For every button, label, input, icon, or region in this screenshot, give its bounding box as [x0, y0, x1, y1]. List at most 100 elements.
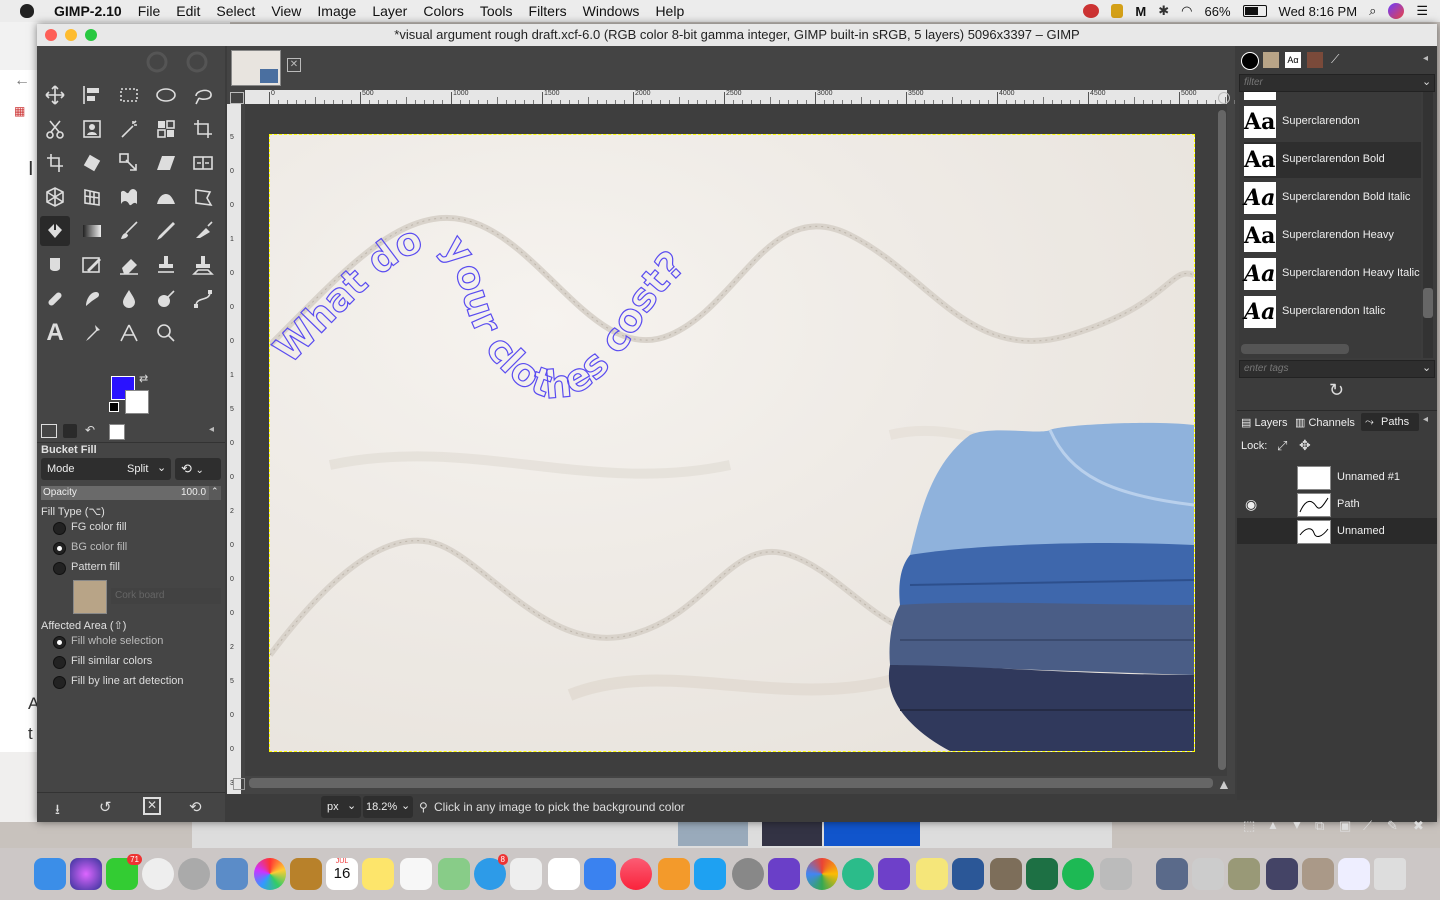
- tool-options-tab-icon[interactable]: [41, 424, 57, 438]
- close-window-button[interactable]: [45, 29, 57, 41]
- gimp-icon[interactable]: [990, 858, 1022, 890]
- menu-edit[interactable]: Edit: [168, 3, 208, 19]
- move-tool-icon[interactable]: [40, 80, 70, 110]
- keynote-icon[interactable]: [584, 858, 616, 890]
- safari-icon[interactable]: [142, 858, 174, 890]
- fill-line-art-label[interactable]: Fill by line art detection: [71, 675, 184, 687]
- unified-transform-tool-icon[interactable]: [40, 148, 70, 178]
- path-row-selected[interactable]: Unnamed: [1237, 518, 1437, 544]
- menu-layer[interactable]: Layer: [364, 3, 415, 19]
- airbrush-tool-icon[interactable]: [188, 216, 218, 246]
- font-list-item-selected[interactable]: Aa Superclarendon Bold: [1244, 142, 1421, 178]
- zoom-dropdown[interactable]: 18.2% ⌄: [363, 796, 413, 818]
- font-list-item[interactable]: [1244, 92, 1421, 102]
- messages-icon[interactable]: 8: [474, 854, 508, 890]
- itunes-icon[interactable]: [620, 858, 652, 890]
- warp-transform-tool-icon[interactable]: [114, 182, 144, 212]
- select-by-color-tool-icon[interactable]: [151, 114, 181, 144]
- atom-icon[interactable]: [842, 858, 874, 890]
- blur-sharpen-tool-icon[interactable]: [114, 284, 144, 314]
- document-history-tab-icon[interactable]: [1307, 52, 1323, 68]
- vertical-ruler[interactable]: 50010001500200025003: [227, 104, 241, 794]
- quick-mask-icon[interactable]: [230, 92, 244, 104]
- malwarebytes-icon[interactable]: M: [1135, 4, 1146, 19]
- menu-tools[interactable]: Tools: [472, 3, 521, 19]
- flip-tool-icon[interactable]: [188, 148, 218, 178]
- notification-center-icon[interactable]: ☰: [1416, 3, 1428, 19]
- menu-select[interactable]: Select: [208, 3, 263, 19]
- creative-cloud-icon[interactable]: [1083, 4, 1100, 18]
- apps-grid-icon[interactable]: ▦: [14, 104, 25, 118]
- text-tool-icon[interactable]: A: [40, 318, 70, 348]
- foreground-select-tool-icon[interactable]: [77, 114, 107, 144]
- lower-path-icon[interactable]: ▼: [1291, 818, 1303, 832]
- cage-transform-tool-icon[interactable]: [188, 182, 218, 212]
- textedit-icon[interactable]: [510, 858, 542, 890]
- fill-similar-colors-radio[interactable]: [53, 656, 66, 669]
- opacity-slider[interactable]: Opacity 100.0 ⌃: [41, 486, 221, 500]
- pattern-fill-radio[interactable]: [53, 562, 66, 575]
- bg-color-fill-radio[interactable]: [53, 542, 66, 555]
- scissors-select-tool-icon[interactable]: [40, 114, 70, 144]
- align-tool-icon[interactable]: [77, 80, 107, 110]
- stepper-icon[interactable]: ⌃: [211, 486, 219, 497]
- crop-tool-icon[interactable]: [188, 114, 218, 144]
- pencil-tool-icon[interactable]: [151, 216, 181, 246]
- spotlight-search-icon[interactable]: ⌕: [1369, 3, 1376, 19]
- spotify-icon[interactable]: [1062, 858, 1094, 890]
- menu-view[interactable]: View: [263, 3, 309, 19]
- github-desktop-icon[interactable]: [878, 858, 910, 890]
- reset-options-icon[interactable]: ⟲: [189, 798, 202, 816]
- chrome-icon[interactable]: [806, 858, 838, 890]
- bg-color-fill-label[interactable]: BG color fill: [71, 541, 127, 553]
- dodge-burn-tool-icon[interactable]: [151, 284, 181, 314]
- menu-windows[interactable]: Windows: [575, 3, 648, 19]
- restore-options-icon[interactable]: ↺: [99, 798, 112, 816]
- edit-tab-icon[interactable]: ⟋: [1331, 52, 1339, 67]
- font-list-item[interactable]: Aa Superclarendon: [1244, 104, 1421, 140]
- handle-transform-tool-icon[interactable]: [151, 182, 181, 212]
- font-tags-dropdown[interactable]: enter tags ⌄: [1239, 360, 1435, 378]
- perspective-clone-tool-icon[interactable]: [188, 250, 218, 280]
- siri-icon[interactable]: [1388, 3, 1405, 19]
- tab-paths[interactable]: ⤳ Paths: [1361, 413, 1419, 431]
- menu-colors[interactable]: Colors: [415, 3, 471, 19]
- font-list-item[interactable]: Aa Superclarendon Italic: [1244, 294, 1421, 330]
- patterns-tab-icon[interactable]: [1263, 52, 1279, 68]
- unit-dropdown[interactable]: px ⌄: [321, 796, 361, 818]
- eye-visibility-icon[interactable]: ◉: [1245, 496, 1257, 513]
- zoom-window-button[interactable]: [85, 29, 97, 41]
- refresh-fonts-icon[interactable]: ↻: [1329, 380, 1344, 401]
- contacts-icon[interactable]: [290, 858, 322, 890]
- books-icon[interactable]: [658, 858, 690, 890]
- tab-channels[interactable]: ▥ Channels: [1295, 416, 1355, 429]
- norton-icon[interactable]: [1111, 4, 1124, 18]
- default-colors-icon[interactable]: [109, 402, 119, 412]
- lock-position-icon[interactable]: ✥: [1299, 437, 1311, 454]
- tab-layers[interactable]: ▤ Layers: [1241, 416, 1287, 429]
- pattern-swatch[interactable]: [73, 580, 107, 614]
- free-select-tool-icon[interactable]: [188, 80, 218, 110]
- images-tab-icon[interactable]: [109, 424, 125, 440]
- stroke-path-icon[interactable]: ✎: [1387, 818, 1398, 834]
- system-preferences-icon[interactable]: [732, 858, 764, 890]
- raise-path-icon[interactable]: ▲: [1267, 818, 1279, 832]
- numbers-icon[interactable]: [548, 858, 580, 890]
- horizontal-ruler[interactable]: 0 500 1000 1500 2000 2500 3000 3500 4000 4500 5000: [245, 90, 1262, 104]
- bucket-fill-tool-icon[interactable]: [40, 216, 70, 246]
- clone-tool-icon[interactable]: [151, 250, 181, 280]
- rotate-tool-icon[interactable]: [77, 148, 107, 178]
- image-canvas[interactable]: What do your clothes cost?: [269, 134, 1195, 752]
- selection-to-path-icon[interactable]: ⟋: [1363, 818, 1372, 834]
- menu-help[interactable]: Help: [647, 3, 692, 19]
- ink-tool-icon[interactable]: [40, 250, 70, 280]
- mode-reset-button[interactable]: ⟲ ⌄: [175, 458, 221, 480]
- trash-icon[interactable]: [1374, 858, 1406, 890]
- zoom-tool-icon[interactable]: [151, 318, 181, 348]
- paths-tool-icon[interactable]: [188, 284, 218, 314]
- save-options-icon[interactable]: ⭳: [55, 799, 60, 823]
- path-row[interactable]: ◉ Path: [1237, 491, 1437, 517]
- background-color-swatch[interactable]: [125, 390, 149, 414]
- panel-menu-icon[interactable]: ◂: [1423, 414, 1428, 425]
- reminders-icon[interactable]: [400, 858, 432, 890]
